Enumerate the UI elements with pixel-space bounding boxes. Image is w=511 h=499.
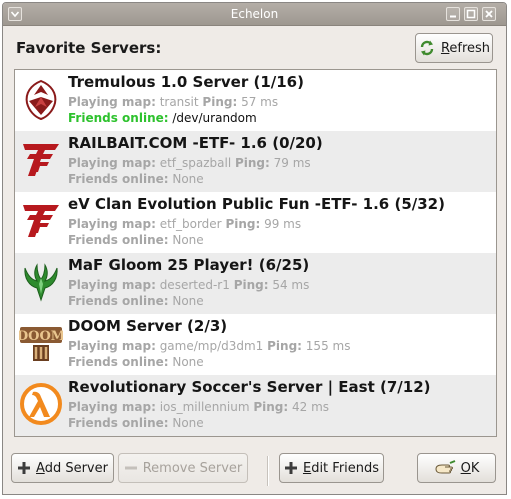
minimize-icon bbox=[450, 15, 456, 18]
maximize-button[interactable] bbox=[464, 7, 478, 21]
ping-value: 54 ms bbox=[268, 278, 310, 292]
server-map-ping: Playing map: game/mp/d3dm1 Ping: 155 ms bbox=[68, 339, 350, 353]
friends-online-value: None bbox=[168, 416, 204, 430]
server-friends: Friends online: /dev/urandom bbox=[68, 111, 257, 125]
minimize-button[interactable] bbox=[446, 7, 460, 21]
map-value: game/mp/d3dm1 bbox=[155, 339, 268, 353]
add-server-button[interactable]: Add Server bbox=[11, 453, 114, 483]
friends-online-label: Friends online: bbox=[68, 294, 169, 308]
ok-button[interactable]: OK bbox=[417, 453, 496, 483]
server-name: RAILBAIT.COM -ETF- 1.6 (0/20) bbox=[68, 134, 323, 152]
add-server-label: Add Server bbox=[36, 460, 108, 476]
window-title: Echelon bbox=[230, 7, 279, 21]
friends-online-value: /dev/urandom bbox=[168, 111, 257, 125]
refresh-icon bbox=[420, 40, 434, 56]
server-friends: Friends online: None bbox=[68, 294, 204, 308]
ping-label: Ping: bbox=[233, 278, 269, 292]
friends-online-value: None bbox=[168, 172, 204, 186]
playing-map-label: Playing map: bbox=[68, 339, 156, 353]
edit-friends-button[interactable]: Edit Friends bbox=[279, 453, 384, 483]
friends-online-label: Friends online: bbox=[68, 172, 169, 186]
server-row[interactable]: eV Clan Evolution Public Fun -ETF- 1.6 (… bbox=[15, 192, 496, 253]
remove-server-button[interactable]: Remove Server bbox=[118, 453, 248, 483]
maximize-icon bbox=[466, 9, 476, 19]
friends-online-label: Friends online: bbox=[68, 111, 169, 125]
etf-icon bbox=[19, 138, 63, 182]
ping-value: 79 ms bbox=[269, 156, 311, 170]
map-value: transit bbox=[155, 95, 203, 109]
server-map-ping: Playing map: etf_spazball Ping: 79 ms bbox=[68, 156, 311, 170]
server-name: eV Clan Evolution Public Fun -ETF- 1.6 (… bbox=[68, 195, 445, 213]
ping-label: Ping: bbox=[202, 95, 238, 109]
server-row[interactable]: Tremulous 1.0 Server (1/16) Playing map: … bbox=[15, 70, 496, 131]
ping-value: 57 ms bbox=[237, 95, 279, 109]
playing-map-label: Playing map: bbox=[68, 95, 156, 109]
friends-online-label: Friends online: bbox=[68, 233, 169, 247]
ok-label: OK bbox=[460, 460, 480, 476]
playing-map-label: Playing map: bbox=[68, 278, 156, 292]
map-value: ios_millennium bbox=[155, 400, 254, 414]
server-map-ping: Playing map: transit Ping: 57 ms bbox=[68, 95, 278, 109]
playing-map-label: Playing map: bbox=[68, 217, 156, 231]
refresh-label: Refresh bbox=[440, 40, 491, 56]
etf-icon bbox=[19, 199, 63, 243]
close-icon bbox=[485, 10, 493, 18]
plus-icon bbox=[284, 462, 297, 474]
server-row[interactable]: RAILBAIT.COM -ETF- 1.6 (0/20) Playing map… bbox=[15, 131, 496, 192]
echelon-window: Echelon Favorite Servers: Refresh Tremul… bbox=[2, 2, 507, 495]
friends-online-label: Friends online: bbox=[68, 355, 169, 369]
server-name: MaF Gloom 25 Player! (6/25) bbox=[68, 256, 310, 274]
ping-value: 99 ms bbox=[260, 217, 302, 231]
friends-online-value: None bbox=[168, 233, 204, 247]
server-friends: Friends online: None bbox=[68, 233, 204, 247]
refresh-button[interactable]: Refresh bbox=[415, 33, 493, 63]
server-map-ping: Playing map: ios_millennium Ping: 42 ms bbox=[68, 400, 329, 414]
friends-online-value: None bbox=[168, 355, 204, 369]
tremulous-icon bbox=[19, 77, 63, 121]
title-bar[interactable]: Echelon bbox=[3, 3, 506, 26]
server-row[interactable]: DOOM DOOM Server (2/3) Playing map: game/m… bbox=[15, 314, 496, 375]
close-button[interactable] bbox=[482, 7, 496, 21]
server-name: Tremulous 1.0 Server (1/16) bbox=[68, 73, 304, 91]
ping-label: Ping: bbox=[225, 217, 261, 231]
server-name: Revolutionary Soccer's Server | East (7/… bbox=[68, 378, 431, 396]
friends-online-value: None bbox=[168, 294, 204, 308]
friends-online-label: Friends online: bbox=[68, 416, 169, 430]
playing-map-label: Playing map: bbox=[68, 400, 156, 414]
edit-friends-label: Edit Friends bbox=[302, 460, 380, 476]
svg-text:DOOM: DOOM bbox=[19, 329, 63, 344]
quake-icon bbox=[19, 260, 63, 304]
server-name: DOOM Server (2/3) bbox=[68, 317, 228, 335]
plus-icon bbox=[18, 462, 31, 474]
ping-label: Ping: bbox=[267, 339, 302, 353]
ping-label: Ping: bbox=[234, 156, 270, 170]
half-life-icon bbox=[19, 382, 63, 426]
server-row[interactable]: Revolutionary Soccer's Server | East (7/… bbox=[15, 375, 496, 436]
server-map-ping: Playing map: deserted-r1 Ping: 54 ms bbox=[68, 278, 309, 292]
map-value: etf_border bbox=[155, 217, 226, 231]
favorite-servers-label: Favorite Servers: bbox=[16, 39, 162, 57]
server-map-ping: Playing map: etf_border Ping: 99 ms bbox=[68, 217, 301, 231]
server-row[interactable]: MaF Gloom 25 Player! (6/25) Playing map: … bbox=[15, 253, 496, 314]
ping-value: 155 ms bbox=[301, 339, 351, 353]
playing-map-label: Playing map: bbox=[68, 156, 156, 170]
server-friends: Friends online: None bbox=[68, 416, 204, 430]
ping-value: 42 ms bbox=[288, 400, 330, 414]
server-list[interactable]: Tremulous 1.0 Server (1/16) Playing map: … bbox=[14, 69, 497, 437]
map-value: etf_spazball bbox=[155, 156, 235, 170]
minus-icon bbox=[124, 466, 137, 470]
button-separator bbox=[267, 456, 269, 486]
map-value: deserted-r1 bbox=[155, 278, 234, 292]
server-friends: Friends online: None bbox=[68, 355, 204, 369]
ping-label: Ping: bbox=[253, 400, 289, 414]
server-friends: Friends online: None bbox=[68, 172, 204, 186]
ok-hand-icon bbox=[435, 460, 455, 474]
doom-icon: DOOM bbox=[17, 321, 65, 365]
remove-server-label: Remove Server bbox=[142, 460, 243, 476]
